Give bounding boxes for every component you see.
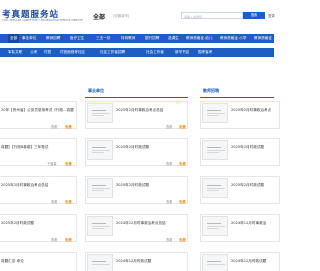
- free-badge: 免费: [65, 238, 72, 242]
- nav-item-cert[interactable]: 教师资格证: [254, 34, 272, 43]
- primary-nav: 全部 事业单位 教师招聘 医疗卫生 三支一扶 特岗教师 银行招聘 选调生 教师资…: [0, 34, 274, 43]
- nav-item-teacher-recruit[interactable]: 教师招聘: [46, 34, 60, 43]
- free-badge: 免费: [179, 125, 186, 129]
- list-item[interactable]: 2024年12月时政试题: [85, 252, 188, 271]
- section-head-public-institution: 事业单位: [88, 88, 104, 93]
- document-thumbnail: [202, 216, 228, 236]
- nav-item-xinhua-bookstore[interactable]: 新华书店: [175, 48, 189, 57]
- nav-item-social-worker[interactable]: 社会工作者: [146, 48, 164, 57]
- list-item[interactable]: 2024年12月时事政治考点总结 查看 免费: [85, 214, 188, 242]
- section-divider-middle: [85, 97, 188, 98]
- card-title: 2025年2月时政试题: [231, 183, 264, 187]
- nav-item-medical[interactable]: 医疗卫生: [70, 34, 84, 43]
- card-view-count: 查看: [166, 125, 173, 129]
- login-link[interactable]: 登录: [268, 13, 275, 18]
- nav-item-public-institution[interactable]: 事业单位: [22, 34, 36, 43]
- document-thumbnail: [202, 103, 228, 123]
- document-thumbnail: [202, 140, 228, 160]
- nav-item-all[interactable]: 全部: [8, 34, 20, 43]
- search-input[interactable]: 请输入关键词: [181, 12, 243, 19]
- card-title: 2025年2月时事政治考点: [231, 108, 272, 112]
- card-title: 2025年2月时政试题: [116, 183, 149, 187]
- document-thumbnail: [87, 178, 113, 198]
- card-title: 真题】【行测B卷卷】三年笔试: [1, 145, 49, 149]
- section-divider-right: [200, 97, 274, 98]
- nav-item-national-provincial[interactable]: 国考省考: [198, 48, 212, 57]
- card-title: 2025年2月时政试题: [1, 221, 34, 225]
- card-title: 2025年2月时政试题: [231, 145, 264, 149]
- switch-city-link[interactable]: [切换城市]: [113, 13, 129, 18]
- card-title: 2025年2月时政试题: [116, 145, 149, 149]
- list-item[interactable]: 真题】【行测B卷卷】三年笔试 下载量 免费: [0, 138, 77, 166]
- document-thumbnail: [87, 140, 113, 160]
- card-view-count: 下载量: [47, 162, 57, 166]
- document-thumbnail: [202, 254, 228, 271]
- current-region: 全部: [93, 14, 106, 21]
- nav-item-military-civilian[interactable]: 军队文职: [8, 48, 22, 57]
- logo-subtitle: CIVIL SERVANT COMPETENCY EXAMINATION SER…: [2, 19, 83, 22]
- site-header: 考真题服务站 CIVIL SERVANT COMPETENCY EXAMINAT…: [0, 0, 275, 34]
- site-logo[interactable]: 考真题服务站 CIVIL SERVANT COMPETENCY EXAMINAT…: [0, 8, 83, 28]
- document-thumbnail: [87, 254, 113, 271]
- card-view-count: 查看: [166, 162, 173, 166]
- free-badge: 免费: [179, 200, 186, 204]
- nav-item-three-support[interactable]: 三支一扶: [96, 34, 110, 43]
- list-item[interactable]: 2025年2月时政试题 查看 免费: [85, 176, 188, 204]
- list-item[interactable]: 2025年2月时政试题 查看 免费: [85, 138, 188, 166]
- document-thumbnail: [87, 103, 113, 123]
- card-view-count: 查看: [51, 200, 58, 204]
- nav-item-public-exam[interactable]: 公考: [30, 48, 37, 57]
- card-view-count: 查看: [166, 238, 173, 242]
- card-title: 2024年12月时事政治考点总结: [116, 221, 166, 225]
- list-item[interactable]: 2025年2月时事政治考点总结 查看 免费: [0, 176, 77, 204]
- list-item[interactable]: 2025年2月时政试题: [200, 138, 280, 166]
- free-badge: 免费: [65, 200, 72, 204]
- list-item[interactable]: 真题汇总-申论: [0, 252, 77, 271]
- nav-item-selected-graduate[interactable]: 选调生: [168, 34, 179, 43]
- section-head-teacher-recruit: 教师招聘: [203, 88, 219, 93]
- card-title: 2025年2月时事政治考点总结: [116, 108, 164, 112]
- card-title: 真题汇总-申论: [1, 259, 24, 263]
- list-item[interactable]: 2024年12月时政试题: [200, 252, 280, 271]
- card-title: 2024年12月时政试题: [116, 259, 152, 263]
- list-item[interactable]: 2025年2月时事政治考点总结 查看 免费: [85, 101, 188, 129]
- search-button[interactable]: 搜索: [243, 12, 265, 19]
- nav-item-cert-kindergarten[interactable]: 教师资格证-幼儿: [186, 34, 212, 43]
- nav-item-village[interactable]: 村居: [44, 48, 51, 57]
- card-title: 2024年12月时事政治: [231, 221, 267, 225]
- list-item[interactable]: 2024年12月时事政治: [200, 214, 280, 242]
- secondary-nav: 军队文职 公考 村居 村官面视考社区 社区工作者招聘 社会工作者 新华书店 国考…: [0, 48, 274, 57]
- nav-item-bank[interactable]: 银行招聘: [145, 34, 159, 43]
- card-view-count: 查看: [166, 200, 173, 204]
- nav-item-special-teacher[interactable]: 特岗教师: [121, 34, 135, 43]
- free-badge: 免费: [65, 125, 72, 129]
- card-view-count: 查看: [51, 125, 58, 129]
- free-badge: 免费: [65, 162, 72, 166]
- list-item[interactable]: 20年【贵州省】公务员录用考试《行政...真题 查看 免费: [0, 101, 77, 129]
- card-view-count: 查看: [51, 238, 58, 242]
- card-title: 2025年2月时事政治考点总结: [1, 183, 49, 187]
- list-item[interactable]: 2025年2月时政试题: [200, 176, 280, 204]
- free-badge: 免费: [179, 162, 186, 166]
- list-item[interactable]: 2025年2月时事政治考点: [200, 101, 280, 129]
- list-item[interactable]: 2025年2月时政试题 查看 免费: [0, 214, 77, 242]
- card-title: 2024年12月时政试题: [231, 259, 267, 263]
- nav-item-community-worker-recruit[interactable]: 社区工作者招聘: [100, 48, 125, 57]
- nav-item-village-official[interactable]: 村官面视考社区: [60, 48, 85, 57]
- document-thumbnail: [87, 216, 113, 236]
- card-title: 20年【贵州省】公务员录用考试《行政...真题: [1, 108, 74, 112]
- free-badge: 免费: [179, 238, 186, 242]
- nav-item-cert-primary[interactable]: 教师资格证-小学: [220, 34, 246, 43]
- document-thumbnail: [202, 178, 228, 198]
